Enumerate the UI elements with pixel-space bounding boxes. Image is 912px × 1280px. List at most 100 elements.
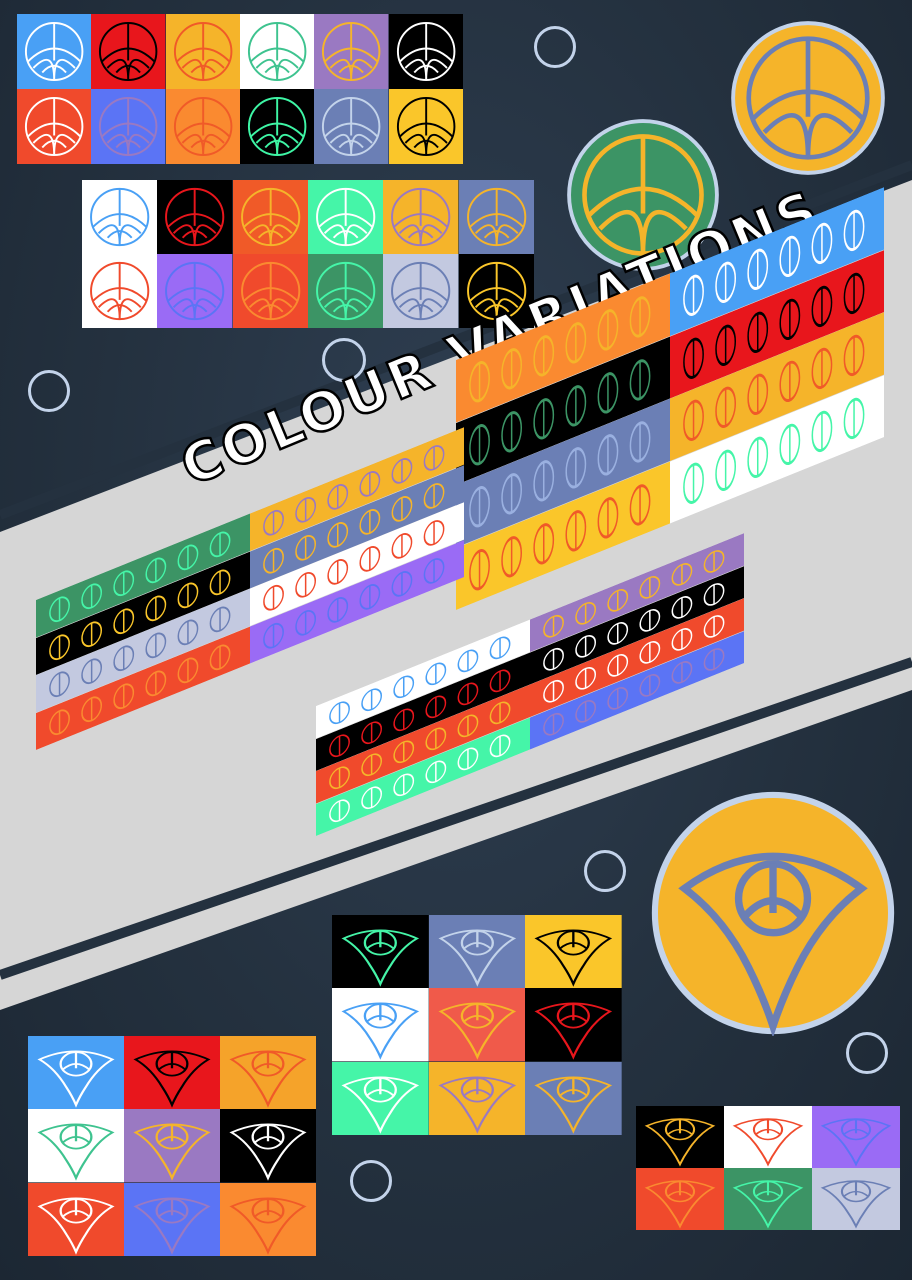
- emblem-tile: [165, 89, 240, 164]
- decor-ring: [584, 850, 626, 892]
- emblem-grid-top: [17, 14, 463, 164]
- fan-emblem-icon: [724, 1106, 812, 1168]
- emblem-tile: [383, 254, 459, 328]
- fan-emblem-icon: [636, 1106, 724, 1168]
- peace-arch-emblem-icon: [157, 254, 233, 328]
- fan-emblem-tile: [28, 1109, 124, 1183]
- decor-ring: [534, 26, 576, 68]
- fan-emblem-icon: [28, 1109, 124, 1183]
- peace-arch-emblem-icon: [82, 180, 158, 254]
- fan-emblem-icon: [332, 1061, 429, 1135]
- fan-emblem-tile: [332, 1061, 429, 1135]
- fan-emblem-icon: [220, 1182, 316, 1256]
- fan-emblem-tile: [28, 1182, 124, 1256]
- fan-emblem-icon: [124, 1036, 220, 1110]
- peace-arch-emblem-icon: [232, 180, 308, 254]
- fan-emblem-icon: [28, 1036, 124, 1110]
- emblem-tile: [82, 254, 158, 328]
- emblem-tile: [91, 89, 166, 164]
- fan-emblem-tile: [124, 1109, 220, 1183]
- fan-emblem-icon: [525, 988, 622, 1062]
- peace-arch-emblem-icon: [82, 254, 158, 328]
- peace-arch-emblem-icon: [165, 14, 240, 89]
- fan-emblem-icon: [428, 915, 526, 989]
- emblem-tile: [157, 180, 233, 254]
- poster-canvas: COLOUR VARIATIONS: [0, 0, 912, 1280]
- fan-emblem-tile: [636, 1168, 724, 1230]
- decor-ring: [350, 1160, 392, 1202]
- fan-emblem-icon: [428, 1061, 526, 1135]
- fan-emblem-tile: [220, 1036, 316, 1110]
- emblem-tile: [240, 14, 315, 89]
- fan-emblem-tile: [525, 915, 622, 989]
- fan-emblem-icon: [651, 791, 895, 1038]
- fan-emblem-tile: [124, 1036, 220, 1110]
- emblem-tile: [308, 180, 384, 254]
- emblem-tile: [314, 89, 389, 164]
- fan-emblem-tile: [28, 1036, 124, 1110]
- emblem-tile: [388, 89, 463, 164]
- emblem-tile: [383, 180, 459, 254]
- fan-emblem-icon: [220, 1036, 316, 1110]
- fan-emblem-tile: [428, 988, 526, 1062]
- emblem-tile: [165, 14, 240, 89]
- fan-emblem-icon: [428, 988, 526, 1062]
- fan-emblem-tile: [525, 1061, 622, 1135]
- peace-arch-emblem-icon: [232, 254, 308, 328]
- peace-arch-emblem-icon: [314, 89, 389, 164]
- emblem-grid-second: [82, 180, 534, 328]
- peace-arch-emblem-icon: [314, 14, 389, 89]
- fan-emblem-icon: [124, 1182, 220, 1256]
- fan-emblem-tile: [812, 1168, 900, 1230]
- peace-arch-emblem-icon: [388, 14, 463, 89]
- peace-arch-emblem-icon: [308, 180, 384, 254]
- peace-arch-emblem-icon: [383, 254, 459, 328]
- peace-arch-emblem-icon: [91, 89, 166, 164]
- peace-arch-emblem-icon: [240, 14, 315, 89]
- fan-emblem-icon: [636, 1168, 724, 1230]
- fan-emblem-icon: [724, 1168, 812, 1230]
- fan-emblem-icon: [28, 1182, 124, 1256]
- peace-arch-emblem-icon: [308, 254, 384, 328]
- fan-grid-right: [636, 1106, 900, 1230]
- fan-emblem-icon: [525, 1061, 622, 1135]
- fan-emblem-icon: [332, 988, 429, 1062]
- fan-emblem-icon: [525, 915, 622, 989]
- peace-arch-emblem-icon: [383, 180, 459, 254]
- fan-emblem-tile: [724, 1168, 812, 1230]
- circle-emblem-large-fan: [650, 790, 896, 1038]
- fan-emblem-tile: [724, 1106, 812, 1168]
- emblem-tile: [17, 89, 92, 164]
- fan-emblem-tile: [428, 915, 526, 989]
- peace-arch-emblem-icon: [165, 89, 240, 164]
- peace-arch-emblem-icon: [17, 89, 92, 164]
- emblem-tile: [458, 180, 534, 254]
- peace-arch-emblem-icon: [91, 14, 166, 89]
- fan-emblem-tile: [220, 1109, 316, 1183]
- fan-emblem-tile: [332, 988, 429, 1062]
- emblem-tile: [232, 254, 308, 328]
- emblem-tile: [232, 180, 308, 254]
- fan-grid-left: [28, 1036, 316, 1256]
- fan-emblem-icon: [332, 915, 429, 989]
- fan-grid-center: [332, 915, 622, 1135]
- peace-arch-emblem-icon: [157, 180, 233, 254]
- emblem-tile: [17, 14, 92, 89]
- fan-emblem-tile: [636, 1106, 724, 1168]
- decor-ring: [846, 1032, 888, 1074]
- peace-arch-emblem-icon: [240, 89, 315, 164]
- fan-emblem-tile: [220, 1182, 316, 1256]
- fan-emblem-tile: [525, 988, 622, 1062]
- emblem-tile: [91, 14, 166, 89]
- emblem-tile: [314, 14, 389, 89]
- fan-emblem-icon: [220, 1109, 316, 1183]
- fan-emblem-icon: [124, 1109, 220, 1183]
- emblem-tile: [308, 254, 384, 328]
- fan-emblem-tile: [332, 915, 429, 989]
- fan-emblem-icon: [812, 1106, 900, 1168]
- peace-arch-emblem-icon: [388, 89, 463, 164]
- emblem-tile: [240, 89, 315, 164]
- fan-emblem-tile: [428, 1061, 526, 1135]
- emblem-tile: [157, 254, 233, 328]
- emblem-tile: [82, 180, 158, 254]
